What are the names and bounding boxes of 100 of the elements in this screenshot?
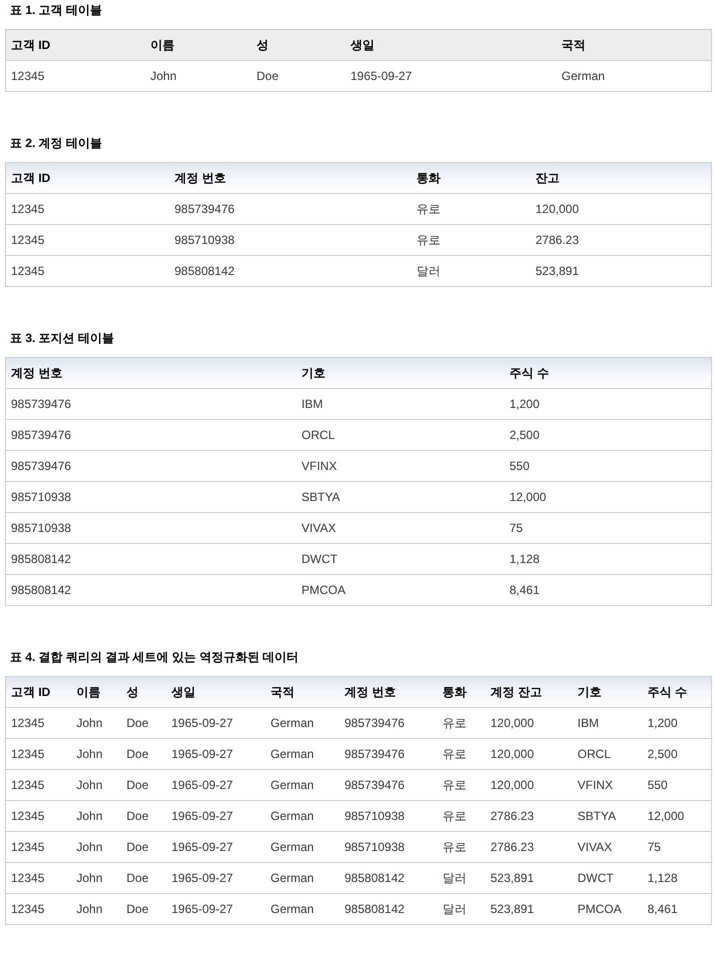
table-cell: 달러	[438, 894, 486, 924]
table-cell: 달러	[438, 862, 486, 894]
table-cell: John	[72, 770, 122, 800]
table-cell: ORCL	[572, 738, 642, 770]
table-cell: PMCOA	[296, 574, 504, 606]
table-cell: 985710938	[340, 832, 438, 862]
table-cell: 12345	[6, 832, 72, 862]
table-cell: PMCOA	[572, 894, 642, 924]
table-cell: 985808142	[170, 256, 412, 286]
table-cell: 985808142	[340, 862, 438, 894]
table-cell: VFINX	[572, 770, 642, 800]
table-cell: Doe	[122, 800, 166, 832]
column-header: 통화	[412, 162, 530, 194]
table-cell: 12345	[6, 738, 72, 770]
column-header: 기호	[296, 358, 504, 388]
column-header: 계정 번호	[170, 162, 412, 194]
column-header: 계정 잔고	[486, 676, 572, 708]
table-cell: 75	[504, 512, 712, 544]
column-header: 성	[122, 676, 166, 708]
table-cell: 12345	[6, 770, 72, 800]
column-header: 고객 ID	[6, 162, 170, 194]
table-cell: 12345	[6, 256, 170, 286]
table-cell: 유로	[412, 224, 530, 256]
table-cell: 985739476	[340, 738, 438, 770]
column-header: 통화	[438, 676, 486, 708]
table-cell: 8,461	[504, 574, 712, 606]
column-header: 생일	[166, 676, 266, 708]
table-cell: 1965-09-27	[166, 738, 266, 770]
table-cell: 2786.23	[530, 224, 712, 256]
table-cell: 12345	[6, 894, 72, 924]
table-cell: John	[72, 894, 122, 924]
table-cell: 985739476	[6, 420, 296, 450]
column-header: 이름	[72, 676, 122, 708]
table-cell: VIVAX	[296, 512, 504, 544]
table-cell: 유로	[438, 708, 486, 738]
table-cell: German	[266, 738, 340, 770]
table-cell: VFINX	[296, 450, 504, 482]
table-cell: 75	[642, 832, 712, 862]
table-cell: Doe	[122, 770, 166, 800]
table-cell: 985710938	[340, 800, 438, 832]
table-cell: German	[266, 800, 340, 832]
column-header: 생일	[346, 30, 556, 60]
table-cell: 12345	[6, 224, 170, 256]
table-cell: 985739476	[6, 388, 296, 420]
table-cell: 985710938	[170, 224, 412, 256]
table-cell: 유로	[438, 738, 486, 770]
column-header: 성	[252, 30, 346, 60]
table-cell: German	[266, 770, 340, 800]
table-cell: 120,000	[486, 770, 572, 800]
table-cell: 12345	[6, 194, 170, 224]
table-cell: Doe	[122, 738, 166, 770]
table-cell: VIVAX	[572, 832, 642, 862]
table-cell: 1965-09-27	[166, 770, 266, 800]
column-header: 고객 ID	[6, 676, 72, 708]
table-cell: 12,000	[504, 482, 712, 512]
table-cell: 유로	[438, 832, 486, 862]
table-title: 표 1. 고객 테이블	[10, 3, 102, 17]
table-cell: 985808142	[340, 894, 438, 924]
column-header: 계정 번호	[340, 676, 438, 708]
column-header: 국적	[266, 676, 340, 708]
table-cell: 유로	[438, 800, 486, 832]
table-cell: 1,200	[504, 388, 712, 420]
column-header: 이름	[146, 30, 252, 60]
table-cell: 550	[504, 450, 712, 482]
table-cell: 12345	[6, 862, 72, 894]
table-cell: John	[72, 832, 122, 862]
table-cell: 12345	[6, 800, 72, 832]
table-cell: 985808142	[6, 574, 296, 606]
column-header: 계정 번호	[6, 358, 296, 388]
table-cell: 985710938	[6, 482, 296, 512]
column-header: 국적	[556, 30, 712, 60]
column-header: 주식 수	[642, 676, 712, 708]
table-cell: 120,000	[486, 708, 572, 738]
table-cell: 120,000	[530, 194, 712, 224]
table-cell: DWCT	[296, 544, 504, 574]
table-cell: 1,128	[642, 862, 712, 894]
table-cell: Doe	[122, 832, 166, 862]
table-cell: 유로	[438, 770, 486, 800]
table-cell: ORCL	[296, 420, 504, 450]
table-cell: SBTYA	[296, 482, 504, 512]
table-cell: 985739476	[340, 708, 438, 738]
table-cell: German	[266, 832, 340, 862]
table-cell: Doe	[122, 894, 166, 924]
table-cell: 유로	[412, 194, 530, 224]
table-cell: German	[266, 862, 340, 894]
table-cell: 985710938	[6, 512, 296, 544]
table-cell: 달러	[412, 256, 530, 286]
table-cell: Doe	[122, 862, 166, 894]
table-cell: John	[72, 738, 122, 770]
table-cell: John	[146, 60, 252, 92]
table-cell: DWCT	[572, 862, 642, 894]
table-cell: 985739476	[340, 770, 438, 800]
table-cell: 2786.23	[486, 800, 572, 832]
table-title: 표 2. 계정 테이블	[10, 136, 102, 150]
table-cell: 1965-09-27	[166, 862, 266, 894]
table-cell: 523,891	[530, 256, 712, 286]
column-header: 주식 수	[504, 358, 712, 388]
column-header: 잔고	[530, 162, 712, 194]
column-header: 고객 ID	[6, 30, 146, 60]
table-cell: 550	[642, 770, 712, 800]
